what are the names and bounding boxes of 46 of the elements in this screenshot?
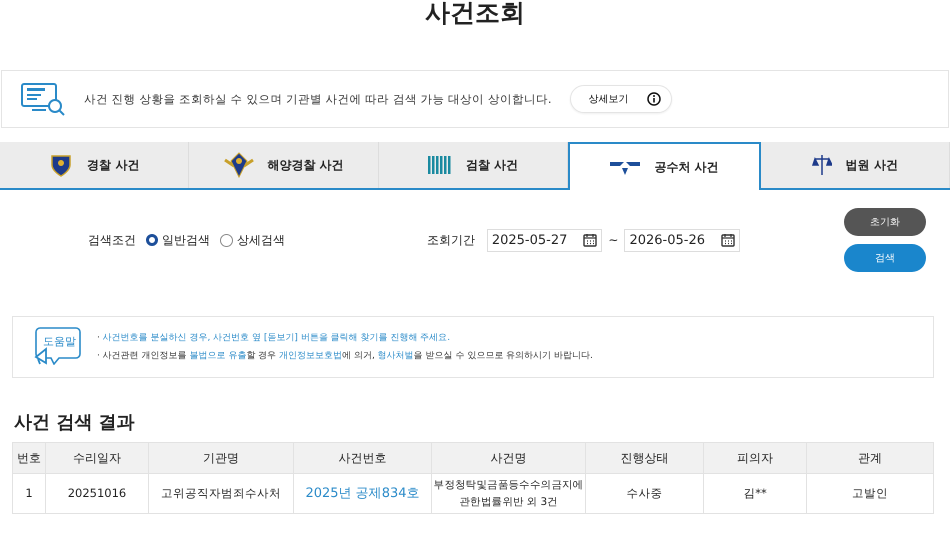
detail-button[interactable]: 상세보기 [570, 85, 672, 113]
tab[interactable]: 해양경찰 사건 [189, 142, 379, 188]
table-cell: 부정청탁및금품등수수의금지에관한법률위반 외 3건 [434, 478, 584, 508]
column-header: 피의자 [704, 442, 806, 474]
radio-option[interactable]: 일반검색 [146, 232, 210, 248]
search-button[interactable]: 검색 [844, 244, 926, 272]
date-field[interactable]: 2026-05-26 [624, 228, 740, 252]
column-header: 수리일자 [46, 442, 148, 474]
monitor-search-icon [20, 82, 66, 116]
table-cell: 고위공직자범죄수사처 [161, 486, 281, 500]
tab[interactable]: 검찰 사건 [378, 142, 568, 188]
help-text: · 사건번호를 분실하신 경우, 사건번호 옆 [돋보기] 버튼을 클릭해 찾기를 진행해 주세요. [97, 332, 452, 345]
speech-bubble-icon [35, 327, 81, 365]
emblem-icon [224, 152, 254, 178]
bars-icon [428, 156, 452, 174]
period-label: 조회기간 [426, 232, 475, 248]
tab[interactable]: 경찰 사건 [0, 142, 190, 188]
column-header: 사건번호 [294, 442, 432, 474]
tab[interactable]: 공수처 사건 [568, 142, 761, 190]
range-separator: ~ [608, 233, 618, 247]
scales-icon [812, 153, 832, 177]
info-text: 사건 진행 상황을 조회하실 수 있으며 기관별 사건에 따라 검색 가능 대상이 상이합니다. [84, 92, 552, 106]
wing-icon [610, 159, 640, 175]
info-icon [646, 92, 661, 106]
date-field[interactable]: 2025-05-27 [486, 228, 602, 252]
page-title: 사건조회 [424, 0, 526, 26]
table-cell: 1 [25, 486, 33, 500]
table-cell: 김** [743, 486, 767, 500]
calendar-icon [721, 233, 735, 247]
column-header: 사건명 [432, 442, 586, 474]
column-header: 번호 [12, 442, 46, 474]
badge-icon [49, 153, 74, 177]
reset-button[interactable]: 초기화 [844, 208, 926, 236]
radio-option[interactable]: 상세검색 [220, 232, 285, 248]
help-icon-label: 도움말 [43, 334, 76, 349]
results-title: 사건 검색 결과 [14, 411, 136, 434]
tab[interactable]: 법원 사건 [760, 142, 950, 188]
table-cell: 고발인 [852, 486, 888, 500]
calendar-icon [583, 233, 598, 247]
column-header: 관계 [806, 442, 934, 474]
table-cell: 수사중 [626, 486, 662, 500]
condition-label: 검색조건 [88, 232, 136, 248]
column-header: 진행상태 [586, 442, 704, 474]
column-header: 기관명 [148, 442, 294, 474]
table-cell: 20251016 [68, 486, 126, 500]
help-text: · 사건관련 개인정보를 불법으로 유출할 경우 개인정보보호법에 의거, 형사처벌을 받으실 수 있으므로 유의하시기 바랍니다. [97, 350, 593, 363]
